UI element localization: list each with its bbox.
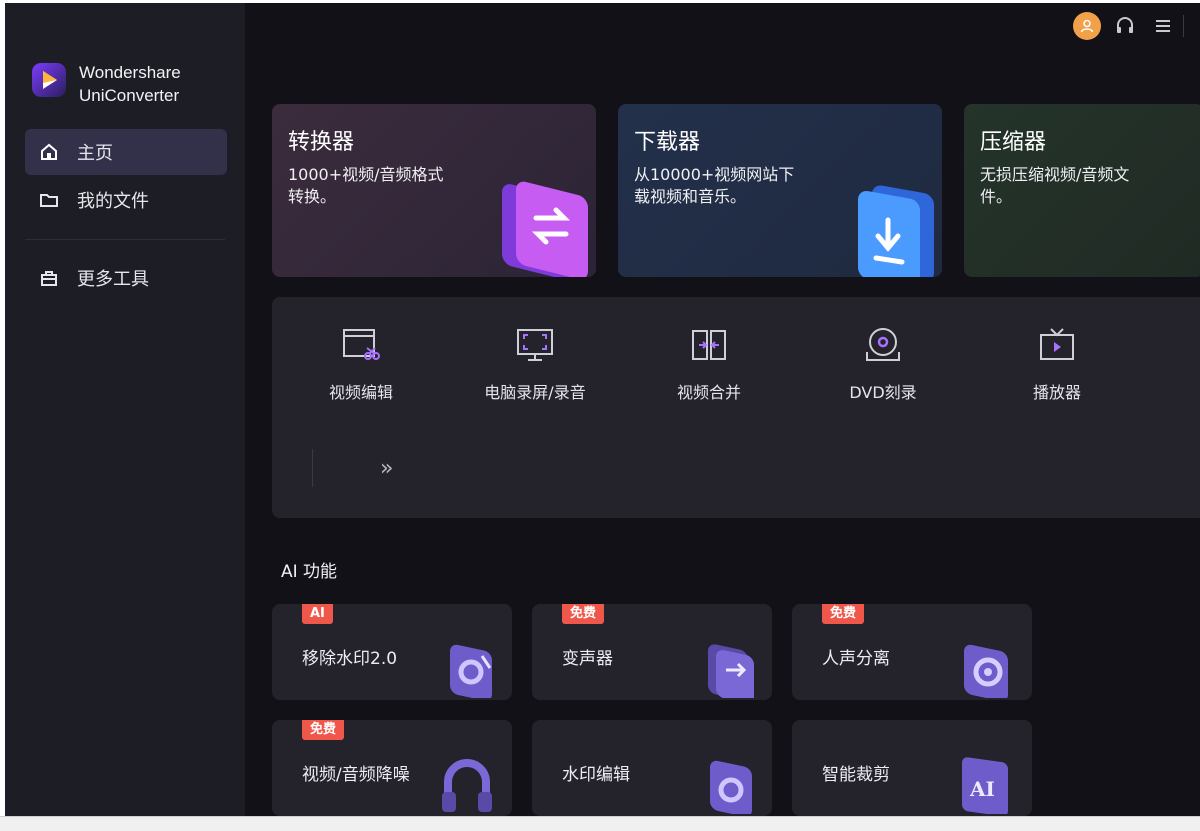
ai-section-heading: AI 功能 (281, 562, 338, 582)
ai-badge: AI (302, 604, 333, 624)
ai-card-remove-watermark[interactable]: AI 移除水印2.0 (272, 604, 512, 700)
sidebar-item-my-files[interactable]: 我的文件 (25, 177, 227, 223)
ai-card-noise-reduction[interactable]: 免费 视频/音频降噪 (272, 720, 512, 816)
tool-label: 视频编辑 (328, 383, 393, 402)
sidebar-divider (25, 239, 225, 240)
ai-card-label: 视频/音频降噪 (302, 765, 410, 785)
tool-video-edit[interactable]: 视频编辑 (281, 323, 441, 403)
remove-watermark-icon (444, 636, 498, 700)
tool-player[interactable]: 播放器 (977, 323, 1137, 403)
card-title: 转换器 (288, 130, 355, 155)
download-icon (850, 176, 942, 277)
noise-reduction-icon (436, 752, 498, 816)
smart-crop-art-text: AI (969, 777, 995, 801)
card-title: 压缩器 (980, 130, 1047, 155)
ai-badge: 免费 (562, 604, 605, 624)
user-avatar-icon[interactable] (1073, 12, 1101, 40)
ai-badge: 免费 (302, 720, 345, 740)
smart-crop-icon: AI (958, 752, 1018, 816)
card-description: 从10000+视频网站下载视频和音乐。 (634, 165, 795, 206)
tool-label: 电脑录屏/录音 (484, 383, 586, 402)
sidebar-item-label: 我的文件 (77, 191, 149, 212)
more-tools-button[interactable]: » (380, 456, 393, 481)
toolbox-icon (39, 268, 59, 288)
app-logo (32, 63, 66, 97)
card-description: 1000+视频/音频格式转换。 (288, 165, 444, 206)
tool-merge[interactable]: 视频合并 (629, 323, 789, 403)
sidebar: Wondershare UniConverter 主页 我的文件 更多工具 (5, 3, 245, 816)
ai-card-label: 变声器 (562, 649, 613, 669)
voice-changer-icon (704, 636, 758, 700)
headset-support-icon[interactable] (1113, 14, 1137, 38)
sidebar-item-label: 主页 (77, 143, 113, 164)
app-name-line1: Wondershare (79, 63, 181, 82)
window-bottom-strip (0, 816, 1200, 831)
dvd-burn-icon (861, 323, 905, 367)
tools-divider (312, 449, 313, 487)
tool-label: DVD刻录 (849, 383, 917, 402)
sidebar-item-label: 更多工具 (77, 269, 149, 290)
menu-icon[interactable] (1151, 14, 1175, 38)
tool-dvd-burn[interactable]: DVD刻录 (803, 323, 963, 403)
player-icon (1035, 323, 1079, 367)
compressor-card[interactable]: 压缩器 无损压缩视频/音频文件。 (964, 104, 1200, 277)
header-divider (1183, 15, 1184, 37)
ai-card-label: 水印编辑 (562, 765, 630, 785)
watermark-edit-icon (704, 752, 758, 816)
ai-badge: 免费 (822, 604, 865, 624)
app-window: Wondershare UniConverter 主页 我的文件 更多工具 转换… (5, 3, 1200, 816)
sidebar-item-more-tools[interactable]: 更多工具 (25, 255, 227, 301)
downloader-card[interactable]: 下载器 从10000+视频网站下载视频和音乐。 (618, 104, 942, 277)
screen-record-icon (513, 323, 557, 367)
ai-card-smart-crop[interactable]: 智能裁剪 AI (792, 720, 1032, 816)
tool-screen-record[interactable]: 电脑录屏/录音 (455, 323, 615, 403)
sidebar-item-home[interactable]: 主页 (25, 129, 227, 175)
app-name-line2: UniConverter (79, 86, 180, 105)
ai-card-watermark-edit[interactable]: 水印编辑 (532, 720, 772, 816)
converter-card[interactable]: 转换器 1000+视频/音频格式转换。 (272, 104, 596, 277)
ai-card-label: 移除水印2.0 (302, 649, 398, 669)
ai-card-voice-changer[interactable]: 免费 变声器 (532, 604, 772, 700)
home-icon (39, 142, 59, 162)
tools-panel: 视频编辑 电脑录屏/录音 视频合并 DVD刻录 播放器 » (272, 297, 1200, 518)
card-description: 无损压缩视频/音频文件。 (980, 165, 1130, 206)
ai-card-vocal-separation[interactable]: 免费 人声分离 (792, 604, 1032, 700)
card-title: 下载器 (634, 130, 701, 155)
app-name: Wondershare UniConverter (79, 61, 181, 107)
convert-icon (494, 170, 594, 277)
tool-label: 播放器 (1032, 383, 1081, 402)
vocal-separate-icon (958, 636, 1018, 700)
ai-card-label: 人声分离 (822, 649, 890, 669)
tool-label: 视频合并 (676, 383, 741, 402)
ai-card-label: 智能裁剪 (822, 765, 890, 785)
video-edit-icon (339, 323, 383, 367)
folder-icon (39, 190, 59, 210)
merge-icon (687, 323, 731, 367)
